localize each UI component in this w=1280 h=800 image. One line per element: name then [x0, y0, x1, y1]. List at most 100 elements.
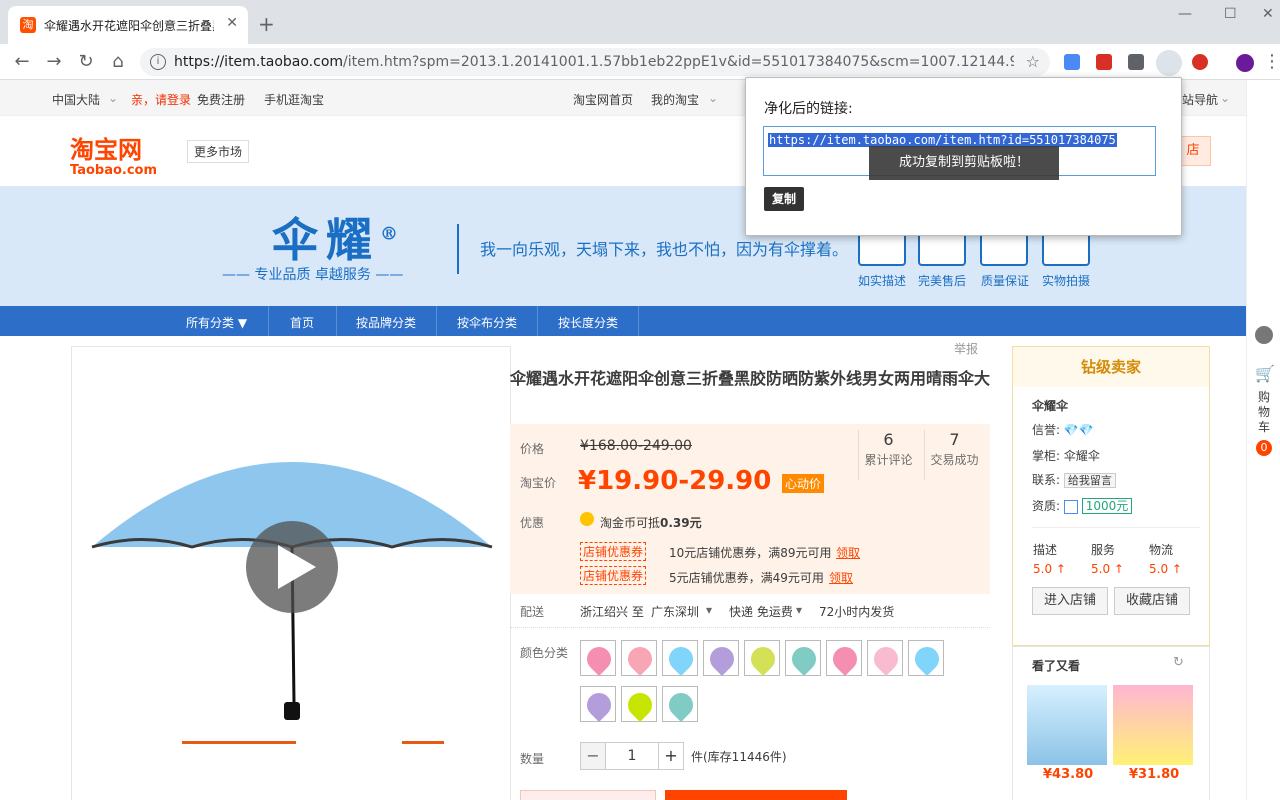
enter-shop-button[interactable]: 进入店铺: [1032, 587, 1108, 615]
ship-to-selector[interactable]: 广东深圳: [651, 603, 699, 620]
close-tab-icon[interactable]: ✕: [226, 15, 238, 31]
color-swatch[interactable]: [826, 640, 862, 676]
color-swatch[interactable]: [908, 640, 944, 676]
maximize-icon[interactable]: ☐: [1224, 6, 1237, 22]
url-text[interactable]: https://item.taobao.com/item.htm?spm=201…: [174, 54, 1014, 70]
umbrella-icon: [664, 642, 698, 676]
original-price: ¥168.00-249.00: [580, 438, 692, 454]
color-swatch[interactable]: [867, 640, 903, 676]
product-gallery: [71, 346, 511, 800]
product-image[interactable]: [72, 347, 512, 800]
add-to-cart-button[interactable]: [665, 790, 847, 800]
umbrella-icon: [623, 688, 657, 722]
color-swatch[interactable]: [703, 640, 739, 676]
my-taobao-link[interactable]: 我的淘宝: [651, 91, 699, 108]
mail-icon[interactable]: [1128, 54, 1144, 70]
ship-from: 浙江绍兴 至: [580, 605, 644, 619]
recommend-price: ¥43.80: [1043, 767, 1094, 782]
forward-icon[interactable]: →: [44, 51, 64, 72]
recommend-image[interactable]: [1113, 685, 1193, 765]
link-purifier-extension-icon[interactable]: [1156, 50, 1182, 76]
message-button[interactable]: 给我留言: [1063, 473, 1116, 488]
close-window-icon[interactable]: ✕: [1262, 6, 1274, 22]
ship-time: 72小时内发货: [819, 605, 895, 619]
minimize-icon[interactable]: —: [1178, 6, 1192, 22]
recommend-image[interactable]: [1027, 685, 1107, 765]
credit-diamond-icon: 💎💎: [1063, 423, 1094, 437]
banner-label: 如实描述: [858, 274, 907, 288]
extension-grid-icon[interactable]: [1064, 54, 1080, 70]
copy-button[interactable]: 复制: [764, 187, 805, 211]
delivery-label: 配送: [520, 605, 545, 619]
claim-coupon-link[interactable]: 领取: [829, 569, 853, 586]
nav-all-categories[interactable]: 所有分类 ▼: [186, 314, 247, 331]
color-swatch[interactable]: [621, 686, 657, 722]
favorite-shop-button[interactable]: 收藏店铺: [1114, 587, 1190, 615]
claim-coupon-link[interactable]: 领取: [836, 544, 860, 561]
qty-plus-button[interactable]: +: [658, 742, 684, 770]
event-tag: 心动价: [782, 474, 825, 493]
reviews-stat[interactable]: 6 累计评论: [858, 430, 918, 480]
refresh-icon[interactable]: ↻: [1173, 655, 1184, 670]
browser-tab[interactable]: 淘 伞耀遇水开花遮阳伞创意三折叠黑 ✕: [8, 6, 248, 44]
nav-home[interactable]: 首页: [290, 314, 314, 331]
banner-label: 完美售后: [918, 274, 967, 288]
taobao-logo[interactable]: 淘宝网 Taobao.com: [70, 130, 157, 178]
extension-red-icon[interactable]: [1096, 54, 1112, 70]
deposit-badge[interactable]: 1000元: [1081, 498, 1133, 514]
report-link[interactable]: 举报: [954, 340, 978, 357]
link-purifier-popup: 净化后的链接: https://item.taobao.com/item.htm…: [745, 77, 1182, 236]
coupon-tag: 店铺优惠券: [580, 542, 647, 561]
also-viewed-panel: 看了又看 ↻ ¥43.80 ¥31.80: [1012, 646, 1210, 800]
color-swatch[interactable]: [662, 640, 698, 676]
dsr-description: 描述 5.0 ↑: [1033, 543, 1066, 576]
address-bar[interactable]: i https://item.taobao.com/item.htm?spm=2…: [140, 48, 1050, 76]
nav-by-length[interactable]: 按长度分类: [558, 314, 618, 331]
color-swatch[interactable]: [662, 686, 698, 722]
feedback-icon[interactable]: [1255, 326, 1273, 344]
back-icon[interactable]: ←: [12, 51, 32, 72]
owner-name[interactable]: 伞耀伞: [1064, 449, 1100, 463]
nav-by-fabric[interactable]: 按伞布分类: [457, 314, 517, 331]
shipping-method[interactable]: 快递 免运费: [729, 603, 793, 620]
profile-avatar[interactable]: [1236, 54, 1254, 72]
menu-dots-icon[interactable]: ⋮: [1262, 51, 1280, 72]
color-swatch[interactable]: [744, 640, 780, 676]
home-icon[interactable]: ⌂: [108, 51, 128, 72]
qty-minus-button[interactable]: −: [580, 742, 606, 770]
banner-slogan: 我一向乐观，天塌下来，我也不怕，因为有伞撑着。: [480, 240, 849, 259]
region-selector[interactable]: 中国大陆: [52, 91, 100, 108]
deals-stat[interactable]: 7 交易成功: [924, 430, 984, 480]
product-title: 伞耀遇水开花遮阳伞创意三折叠黑胶防晒防紫外线男女两用晴雨伞大: [510, 369, 991, 388]
mobile-link[interactable]: 手机逛淘宝: [264, 91, 324, 108]
site-nav-link[interactable]: 站导航: [1182, 91, 1218, 108]
seller-name[interactable]: 伞耀伞: [1032, 397, 1068, 414]
nav-by-brand[interactable]: 按品牌分类: [356, 314, 416, 331]
cart-label[interactable]: 购物车: [1258, 390, 1270, 435]
bookmark-star-icon[interactable]: ☆: [1026, 52, 1040, 71]
cert-icon[interactable]: [1063, 499, 1078, 514]
reload-icon[interactable]: ↻: [76, 51, 96, 72]
site-info-icon[interactable]: i: [150, 54, 166, 70]
qty-input[interactable]: 1: [606, 742, 658, 770]
umbrella-icon: [582, 688, 616, 722]
brand-logo: 伞耀®: [272, 213, 406, 267]
color-swatch[interactable]: [621, 640, 657, 676]
coin-text: 淘金币可抵: [600, 516, 661, 530]
new-tab-icon[interactable]: +: [258, 12, 275, 36]
selected-link-text: https://item.taobao.com/item.htm?id=5510…: [768, 133, 1117, 147]
more-markets-button[interactable]: 更多市场: [187, 140, 250, 163]
color-swatch[interactable]: [785, 640, 821, 676]
seller-level-header: 钻级卖家: [1013, 347, 1209, 387]
adblock-icon[interactable]: [1192, 54, 1208, 70]
taobao-favicon-icon: 淘: [20, 17, 36, 33]
tab-title: 伞耀遇水开花遮阳伞创意三折叠黑: [44, 19, 214, 33]
register-link[interactable]: 免费注册: [197, 91, 245, 108]
buy-now-button[interactable]: [520, 790, 656, 800]
color-swatch[interactable]: [580, 686, 616, 722]
cart-icon[interactable]: 🛒: [1255, 364, 1275, 383]
login-link[interactable]: 亲，请登录: [131, 91, 191, 108]
tb-price-label: 淘宝价: [520, 476, 557, 490]
home-link[interactable]: 淘宝网首页: [573, 91, 633, 108]
color-swatch[interactable]: [580, 640, 616, 676]
